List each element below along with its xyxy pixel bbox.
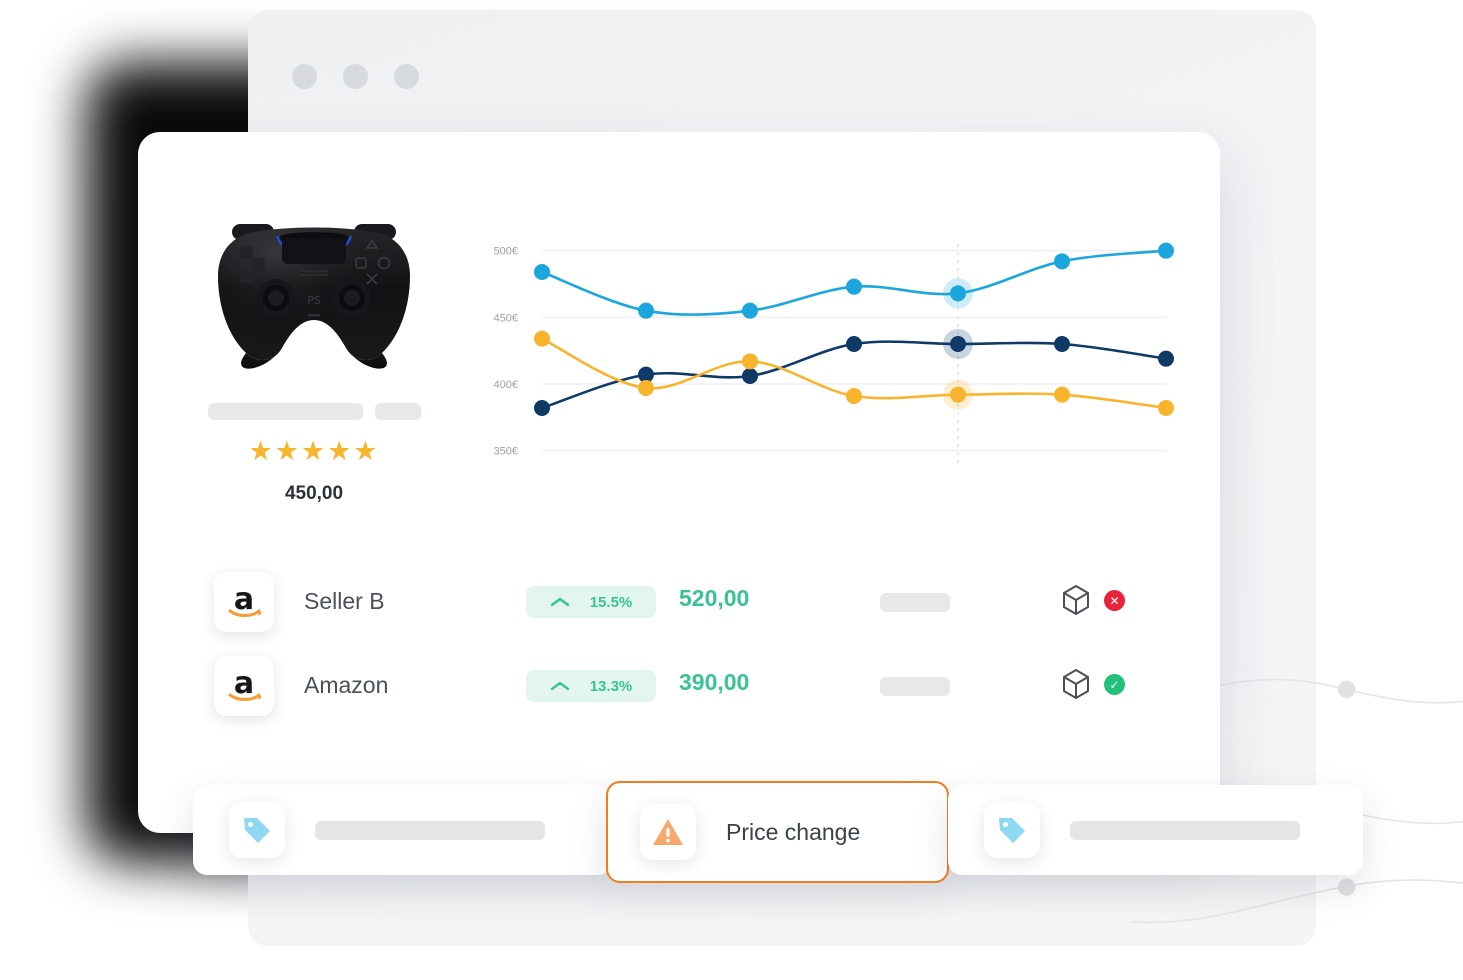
tag-icon bbox=[229, 802, 285, 858]
window-minimize-dot[interactable] bbox=[343, 64, 368, 89]
product-title-placeholder bbox=[204, 403, 424, 420]
window-traffic-lights bbox=[292, 64, 419, 89]
chart-point[interactable] bbox=[950, 386, 966, 403]
product-rating-stars: ★★★★★ bbox=[248, 436, 380, 466]
arrow-up-icon bbox=[550, 681, 569, 691]
chart-y-tick: 350€ bbox=[494, 446, 518, 458]
skeleton-cell bbox=[880, 593, 950, 612]
chart-point[interactable] bbox=[846, 388, 862, 404]
skeleton-text bbox=[1070, 820, 1300, 840]
svg-text:a: a bbox=[234, 669, 254, 701]
chart-point[interactable] bbox=[742, 302, 758, 319]
chart-point[interactable] bbox=[638, 380, 654, 396]
table-row[interactable]: a Seller B 15.5% 520,00 ✕ bbox=[204, 560, 1164, 644]
product-price: 450,00 bbox=[284, 483, 344, 504]
seller-price: 520,00 bbox=[679, 585, 750, 611]
product-panel: PS ★★★★★ 450,00 bbox=[204, 210, 424, 505]
arrow-up-icon bbox=[550, 597, 569, 607]
chart-point[interactable] bbox=[534, 330, 550, 347]
table-row[interactable]: a Amazon 13.3% 390,00 ✓ bbox=[204, 644, 1164, 728]
box-icon bbox=[1063, 669, 1089, 699]
tag-card-right[interactable] bbox=[948, 785, 1363, 875]
change-percent: 13.3% bbox=[589, 677, 633, 695]
chart-point[interactable] bbox=[1054, 253, 1070, 270]
chart-point[interactable] bbox=[846, 336, 862, 352]
chart-point[interactable] bbox=[534, 264, 550, 280]
chart-y-tick: 450€ bbox=[494, 312, 518, 324]
window-maximize-dot[interactable] bbox=[394, 64, 419, 89]
price-change-label: Price change bbox=[726, 818, 861, 845]
tag-icon bbox=[984, 802, 1040, 858]
chart-y-tick: 500€ bbox=[494, 246, 518, 258]
chart-point[interactable] bbox=[638, 302, 654, 319]
tag-card-left[interactable] bbox=[193, 785, 612, 875]
skeleton-cell bbox=[880, 677, 950, 696]
amazon-logo: a bbox=[214, 572, 274, 632]
warning-icon bbox=[640, 804, 696, 860]
chart-y-tick: 400€ bbox=[494, 379, 518, 391]
seller-name: Amazon bbox=[304, 672, 389, 698]
chart-point[interactable] bbox=[1158, 350, 1174, 367]
browser-titlebar bbox=[248, 10, 1316, 120]
status-badge: 15.5% bbox=[526, 586, 656, 618]
chart-point[interactable] bbox=[742, 368, 758, 384]
amazon-logo: a bbox=[214, 656, 274, 716]
chart-svg: 500€ 450€ 400€ 350€ bbox=[494, 242, 1174, 464]
chart-point[interactable] bbox=[1158, 242, 1174, 259]
chart-point[interactable] bbox=[950, 336, 966, 352]
price-history-chart: 500€ 450€ 400€ 350€ bbox=[468, 232, 1178, 492]
chart-point[interactable] bbox=[1054, 386, 1070, 403]
change-percent: 15.5% bbox=[589, 593, 633, 611]
product-image: PS bbox=[218, 224, 410, 369]
status-badge-icon: ✕ bbox=[1104, 590, 1125, 611]
svg-text:PS: PS bbox=[307, 294, 321, 307]
status-badge: 13.3% bbox=[526, 670, 656, 702]
chart-point[interactable] bbox=[742, 353, 758, 370]
price-change-alert-card[interactable]: Price change bbox=[606, 781, 949, 883]
status-badge-icon: ✓ bbox=[1104, 674, 1125, 695]
svg-text:a: a bbox=[234, 585, 254, 617]
chart-point[interactable] bbox=[1054, 336, 1070, 352]
seller-price: 390,00 bbox=[679, 669, 750, 695]
skeleton-bar-long bbox=[207, 403, 363, 420]
seller-name: Seller B bbox=[304, 588, 385, 614]
chart-point[interactable] bbox=[534, 400, 550, 416]
skeleton-bar-short bbox=[374, 403, 421, 420]
skeleton-text bbox=[315, 820, 545, 840]
chart-point[interactable] bbox=[846, 278, 862, 295]
window-close-dot[interactable] bbox=[292, 64, 317, 89]
chart-point[interactable] bbox=[950, 285, 966, 302]
seller-list: a Seller B 15.5% 520,00 ✕ a Amazon 13.3%… bbox=[204, 560, 1164, 728]
main-dashboard-card: PS ★★★★★ 450,00 500€ 450€ 400€ 350€ a Se… bbox=[138, 132, 1220, 833]
chart-point[interactable] bbox=[1158, 400, 1174, 416]
screenshot-root: PS ★★★★★ 450,00 500€ 450€ 400€ 350€ a Se… bbox=[0, 0, 1463, 980]
box-icon bbox=[1063, 585, 1089, 615]
